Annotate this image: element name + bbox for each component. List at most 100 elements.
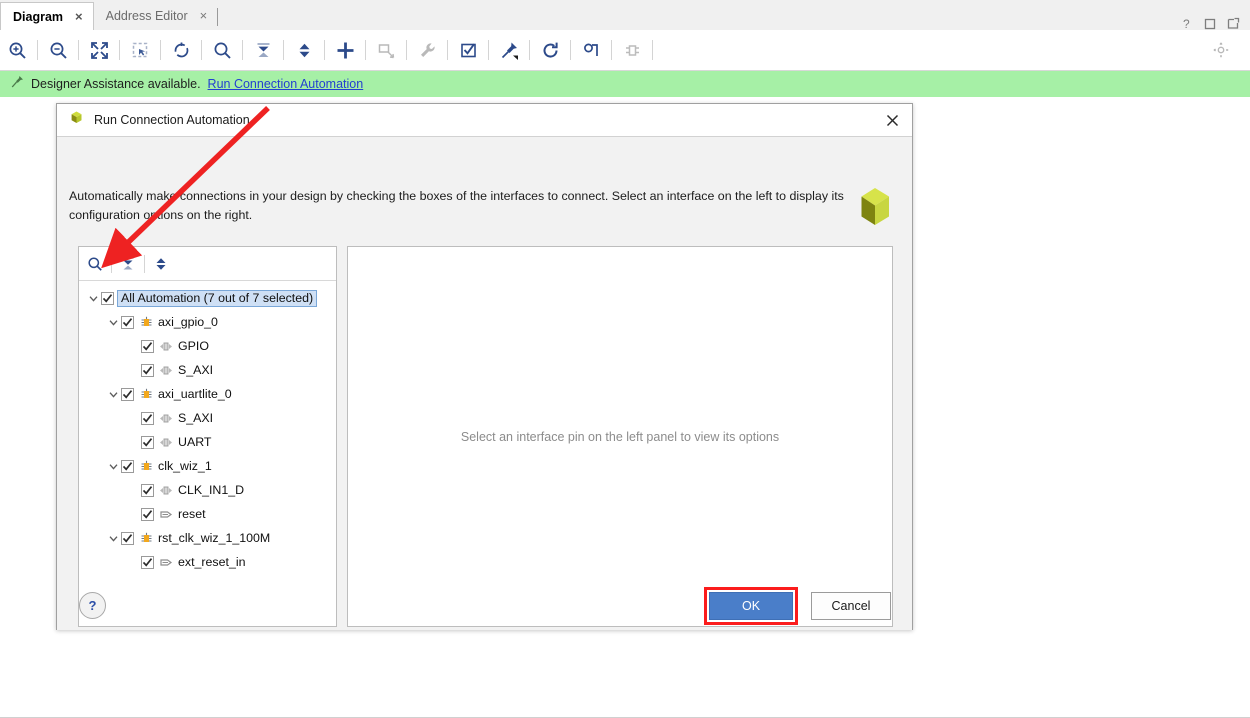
- ok-button[interactable]: OK: [709, 592, 793, 620]
- add-module-icon[interactable]: [371, 35, 401, 65]
- toolbar-right-group: [1204, 35, 1250, 65]
- automation-tree[interactable]: All Automation (7 out of 7 selected) axi_…: [79, 281, 336, 627]
- add-ip-icon[interactable]: [330, 35, 360, 65]
- close-icon[interactable]: [882, 110, 902, 130]
- tree-twisty-icon[interactable]: [85, 290, 101, 306]
- settings-wrench-icon[interactable]: [412, 35, 442, 65]
- tree-row[interactable]: UART: [79, 430, 336, 454]
- dialog-footer: ? OK Cancel: [57, 587, 912, 630]
- toolbar-separator: [529, 40, 530, 60]
- tab-diagram-close-icon[interactable]: ×: [75, 10, 83, 23]
- zoom-in-icon[interactable]: [2, 35, 32, 65]
- dialog-body: Automatically make connections in your d…: [57, 137, 912, 630]
- tree-checkbox[interactable]: [141, 507, 154, 521]
- zoom-fit-icon[interactable]: [84, 35, 114, 65]
- tree-row[interactable]: rst_clk_wiz_1_100M: [79, 526, 336, 550]
- tree-twisty-icon[interactable]: [105, 314, 121, 330]
- ip-block-icon: [138, 386, 154, 402]
- tree-twisty-icon[interactable]: [105, 458, 121, 474]
- tree-row[interactable]: S_AXI: [79, 358, 336, 382]
- tree-row[interactable]: axi_gpio_0: [79, 310, 336, 334]
- tree-toolbar: [79, 247, 336, 281]
- tree-twisty-icon: [125, 554, 141, 570]
- toolbar-separator: [160, 40, 161, 60]
- fit-selection-icon[interactable]: [166, 35, 196, 65]
- tree-twisty-icon[interactable]: [105, 530, 121, 546]
- tree-collapse-all-icon[interactable]: [112, 250, 144, 278]
- toolbar-separator: [447, 40, 448, 60]
- optimize-routing-icon[interactable]: [576, 35, 606, 65]
- tree-checkbox[interactable]: [121, 387, 134, 401]
- tree-row-label: rst_clk_wiz_1_100M: [158, 531, 271, 545]
- tree-checkbox[interactable]: [141, 435, 154, 449]
- interface-pin-icon: [158, 434, 174, 450]
- float-window-icon[interactable]: [1227, 17, 1240, 30]
- tree-row[interactable]: clk_wiz_1: [79, 454, 336, 478]
- collapse-all-icon[interactable]: [248, 35, 278, 65]
- tree-row-label: S_AXI: [178, 411, 214, 425]
- tree-twisty-icon: [125, 338, 141, 354]
- tree-checkbox[interactable]: [141, 363, 154, 377]
- tree-checkbox[interactable]: [141, 411, 154, 425]
- tree-checkbox[interactable]: [101, 291, 114, 305]
- search-icon[interactable]: [207, 35, 237, 65]
- tree-search-icon[interactable]: [79, 250, 111, 278]
- tree-row[interactable]: CLK_IN1_D: [79, 478, 336, 502]
- validate-design-icon[interactable]: [453, 35, 483, 65]
- run-connection-automation-link[interactable]: Run Connection Automation: [208, 77, 364, 91]
- tree-checkbox[interactable]: [121, 531, 134, 545]
- tree-twisty-icon: [125, 362, 141, 378]
- toolbar-separator: [283, 40, 284, 60]
- svg-text:?: ?: [1183, 17, 1190, 30]
- tree-checkbox[interactable]: [141, 483, 154, 497]
- toolbar-separator: [611, 40, 612, 60]
- tree-row[interactable]: S_AXI: [79, 406, 336, 430]
- toolbar-separator: [37, 40, 38, 60]
- zoom-area-icon[interactable]: [125, 35, 155, 65]
- regenerate-layout-icon[interactable]: [535, 35, 565, 65]
- toolbar-separator: [78, 40, 79, 60]
- tree-row[interactable]: axi_uartlite_0: [79, 382, 336, 406]
- tree-row[interactable]: reset: [79, 502, 336, 526]
- zoom-out-icon[interactable]: [43, 35, 73, 65]
- tree-checkbox[interactable]: [121, 315, 134, 329]
- maximize-icon[interactable]: [1204, 18, 1216, 30]
- help-icon[interactable]: ?: [1181, 17, 1193, 30]
- tab-diagram[interactable]: Diagram ×: [0, 2, 94, 31]
- tree-row[interactable]: GPIO: [79, 334, 336, 358]
- tree-row-label: clk_wiz_1: [158, 459, 212, 473]
- tab-address-editor-label: Address Editor: [105, 8, 188, 23]
- designer-assistance-bar: Designer Assistance available. Run Conne…: [0, 71, 1250, 97]
- tree-twisty-icon: [125, 434, 141, 450]
- tree-row[interactable]: ext_reset_in: [79, 550, 336, 574]
- pin-icon[interactable]: [494, 35, 524, 65]
- tree-row-label: All Automation (7 out of 7 selected): [117, 289, 318, 307]
- help-button[interactable]: ?: [79, 592, 106, 619]
- vivado-logo-icon: [68, 110, 85, 130]
- tab-address-editor-close-icon[interactable]: ×: [200, 9, 208, 22]
- tab-strip-caret: [217, 8, 219, 26]
- tree-row-label: ext_reset_in: [178, 555, 246, 569]
- tree-row[interactable]: All Automation (7 out of 7 selected): [79, 286, 336, 310]
- tree-row-label: axi_gpio_0: [158, 315, 218, 329]
- tree-twisty-icon: [125, 482, 141, 498]
- tree-expand-all-icon[interactable]: [145, 250, 177, 278]
- tree-checkbox[interactable]: [141, 555, 154, 569]
- diagram-toolbar: [0, 30, 1250, 71]
- toolbar-separator: [365, 40, 366, 60]
- interface-pin-icon: [158, 362, 174, 378]
- tree-row-label: UART: [178, 435, 212, 449]
- tree-checkbox[interactable]: [121, 459, 134, 473]
- ip-block-icon: [138, 458, 154, 474]
- cancel-button[interactable]: Cancel: [811, 592, 891, 620]
- expand-all-icon[interactable]: [289, 35, 319, 65]
- tree-checkbox[interactable]: [141, 339, 154, 353]
- ip-block-icon: [138, 530, 154, 546]
- toolbar-separator: [119, 40, 120, 60]
- tree-twisty-icon[interactable]: [105, 386, 121, 402]
- empty-state-message: Select an interface pin on the left pane…: [460, 429, 780, 444]
- gear-icon[interactable]: [1206, 35, 1236, 65]
- tab-address-editor[interactable]: Address Editor ×: [94, 1, 218, 30]
- hierarchy-icon[interactable]: [617, 35, 647, 65]
- interface-pin-icon: [158, 410, 174, 426]
